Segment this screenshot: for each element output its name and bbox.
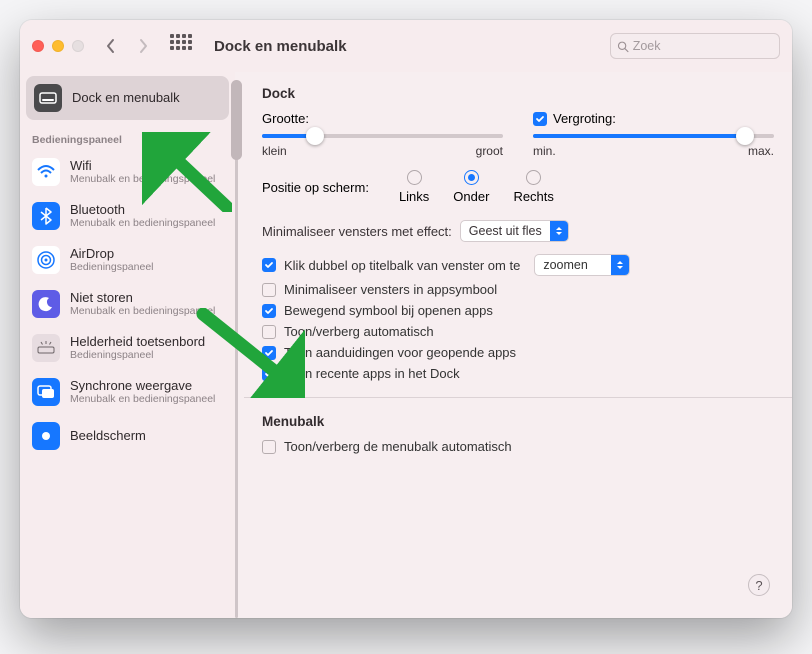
position-option-right[interactable]: Rechts <box>513 170 553 204</box>
preferences-window: Dock en menubalk Dock en menubalk Bedien… <box>20 20 792 618</box>
forward-button[interactable] <box>132 33 154 59</box>
chevron-updown-icon <box>550 221 568 241</box>
minimize-into-app-checkbox[interactable] <box>262 283 276 297</box>
display-icon <box>32 422 60 450</box>
bluetooth-icon <box>32 202 60 230</box>
sidebar-section-header: Bedieningspaneel <box>20 124 235 150</box>
sidebar-item-screen-mirroring[interactable]: Synchrone weergaveMenubalk en bedienings… <box>20 370 235 414</box>
moon-icon <box>32 290 60 318</box>
position-option-left[interactable]: Links <box>399 170 429 204</box>
sidebar-item-dock[interactable]: Dock en menubalk <box>26 76 229 120</box>
toolbar: Dock en menubalk <box>20 20 792 72</box>
doubleclick-action-select[interactable]: zoomen <box>534 254 630 276</box>
sidebar-item-wifi[interactable]: WifiMenubalk en bedieningspaneel <box>20 150 235 194</box>
indicators-checkbox[interactable] <box>262 346 276 360</box>
sidebar-item-display[interactable]: Beeldscherm <box>20 414 235 450</box>
search-field[interactable] <box>610 33 780 59</box>
scroll-indicator[interactable] <box>235 80 238 618</box>
sidebar: Dock en menubalk Bedieningspaneel WifiMe… <box>20 72 235 618</box>
page-title: Dock en menubalk <box>214 38 347 55</box>
size-label: Grootte: <box>262 111 503 126</box>
content-pane: Dock Grootte: kleingroot Vergroting: <box>238 72 792 618</box>
magnification-checkbox[interactable] <box>533 112 547 126</box>
show-all-icon[interactable] <box>170 34 194 58</box>
chevron-updown-icon <box>611 255 629 275</box>
size-slider[interactable] <box>262 134 503 138</box>
close-window-button[interactable] <box>32 40 44 52</box>
magnification-label: Vergroting: <box>553 111 616 126</box>
wifi-icon <box>32 158 60 186</box>
keyboard-brightness-icon <box>32 334 60 362</box>
position-label: Positie op scherm: <box>262 180 369 195</box>
dock-icon <box>34 84 62 112</box>
sidebar-item-keyboard-brightness[interactable]: Helderheid toetsenbordBedieningspaneel <box>20 326 235 370</box>
doubleclick-checkbox[interactable] <box>262 258 276 272</box>
search-input[interactable] <box>633 39 773 53</box>
section-title-menubar: Menubalk <box>262 414 774 429</box>
search-icon <box>617 40 629 53</box>
recent-apps-checkbox[interactable] <box>262 367 276 381</box>
animate-open-checkbox[interactable] <box>262 304 276 318</box>
sidebar-item-airdrop[interactable]: AirDropBedieningspaneel <box>20 238 235 282</box>
window-controls <box>32 40 84 52</box>
sidebar-item-dnd[interactable]: Niet storenMenubalk en bedieningspaneel <box>20 282 235 326</box>
mirror-icon <box>32 378 60 406</box>
autohide-dock-checkbox[interactable] <box>262 325 276 339</box>
minimize-effect-select[interactable]: Geest uit fles <box>460 220 569 242</box>
minimize-effect-label: Minimaliseer vensters met effect: <box>262 224 452 239</box>
help-button[interactable]: ? <box>748 574 770 596</box>
minimize-window-button[interactable] <box>52 40 64 52</box>
position-option-bottom[interactable]: Onder <box>453 170 489 204</box>
airdrop-icon <box>32 246 60 274</box>
fullscreen-window-button[interactable] <box>72 40 84 52</box>
sidebar-item-bluetooth[interactable]: BluetoothMenubalk en bedieningspaneel <box>20 194 235 238</box>
magnification-slider[interactable] <box>533 134 774 138</box>
back-button[interactable] <box>100 33 122 59</box>
autohide-menubar-checkbox[interactable] <box>262 440 276 454</box>
sidebar-item-label: Dock en menubalk <box>72 91 180 106</box>
section-title-dock: Dock <box>262 86 774 101</box>
